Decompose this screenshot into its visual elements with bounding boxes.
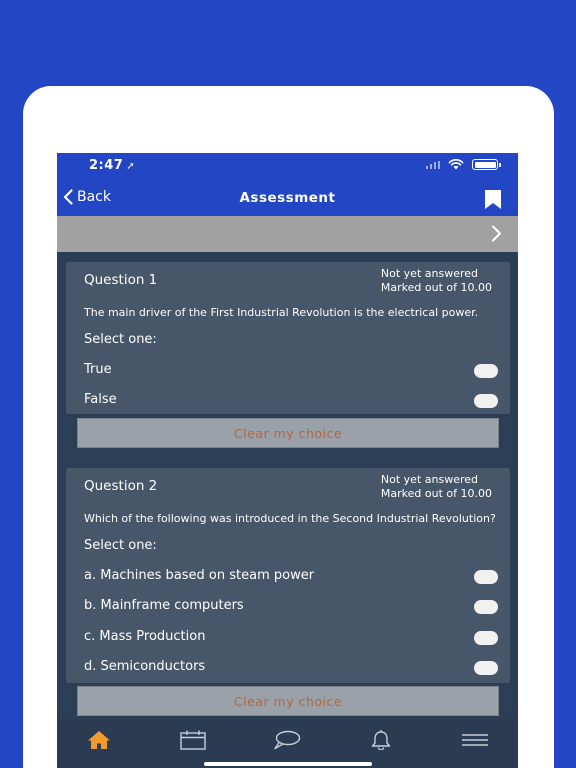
marks-info: Marked out of 10.00 xyxy=(380,487,492,500)
tab-bar xyxy=(57,718,518,768)
bell-icon xyxy=(371,730,391,750)
cellular-signal-icon xyxy=(426,160,440,169)
calendar-icon xyxy=(180,730,206,750)
option-label: a. Machines based on steam power xyxy=(84,568,315,583)
answer-state: Not yet answered xyxy=(380,267,478,280)
question-text: The main driver of the First Industrial … xyxy=(84,306,479,319)
option-a[interactable]: a. Machines based on steam power xyxy=(66,566,510,588)
option-label: False xyxy=(84,392,117,407)
radio-toggle[interactable] xyxy=(474,394,498,408)
question-nav-bar xyxy=(57,216,518,252)
page-title: Assessment xyxy=(239,190,336,206)
bookmark-icon[interactable] xyxy=(485,190,501,209)
status-time: 2:47 ➚ xyxy=(89,158,135,173)
select-prompt: Select one: xyxy=(84,332,157,347)
question-text: Which of the following was introduced in… xyxy=(84,512,496,525)
radio-toggle[interactable] xyxy=(474,570,498,584)
clear-choice-button-1[interactable]: Clear my choice xyxy=(77,418,499,448)
option-true[interactable]: True xyxy=(66,360,510,382)
option-d[interactable]: d. Semiconductors xyxy=(66,657,510,679)
radio-toggle[interactable] xyxy=(474,364,498,378)
app-screen: 2:47 ➚ Back Assessment Question 1 Not ye… xyxy=(57,153,518,768)
status-indicators xyxy=(426,159,501,170)
question-status: Not yet answered Marked out of 10.00 xyxy=(381,473,492,501)
option-c[interactable]: c. Mass Production xyxy=(66,627,510,649)
option-b[interactable]: b. Mainframe computers xyxy=(66,596,510,618)
home-icon xyxy=(88,731,110,749)
tab-calendar[interactable] xyxy=(178,730,208,754)
question-status: Not yet answered Marked out of 10.00 xyxy=(381,267,492,295)
home-indicator xyxy=(204,762,372,766)
tab-menu[interactable] xyxy=(460,730,490,754)
option-label: d. Semiconductors xyxy=(84,659,206,674)
status-time-text: 2:47 xyxy=(89,158,124,173)
clear-choice-button-2[interactable]: Clear my choice xyxy=(77,686,499,716)
app-header: 2:47 ➚ Back Assessment xyxy=(57,153,518,216)
tab-messages[interactable] xyxy=(272,730,302,754)
option-label: c. Mass Production xyxy=(84,629,206,644)
battery-icon xyxy=(472,159,501,170)
option-label: True xyxy=(84,362,112,377)
question-title: Question 1 xyxy=(84,272,158,288)
question-title: Question 2 xyxy=(84,478,158,494)
option-label: b. Mainframe computers xyxy=(84,598,244,613)
radio-toggle[interactable] xyxy=(474,600,498,614)
chat-icon xyxy=(274,730,301,750)
option-false[interactable]: False xyxy=(66,390,510,412)
select-prompt: Select one: xyxy=(84,538,157,553)
tab-notifications[interactable] xyxy=(366,730,396,754)
location-arrow-icon: ➚ xyxy=(126,161,136,172)
answer-state: Not yet answered xyxy=(380,473,478,486)
wifi-icon xyxy=(448,159,464,170)
chevron-right-icon[interactable] xyxy=(491,225,502,242)
question-card-2: Question 2 Not yet answered Marked out o… xyxy=(66,468,510,683)
marks-info: Marked out of 10.00 xyxy=(380,281,492,294)
radio-toggle[interactable] xyxy=(474,661,498,675)
menu-icon xyxy=(462,734,488,746)
tab-home[interactable] xyxy=(84,730,114,754)
question-card-1: Question 1 Not yet answered Marked out o… xyxy=(66,262,510,414)
radio-toggle[interactable] xyxy=(474,631,498,645)
